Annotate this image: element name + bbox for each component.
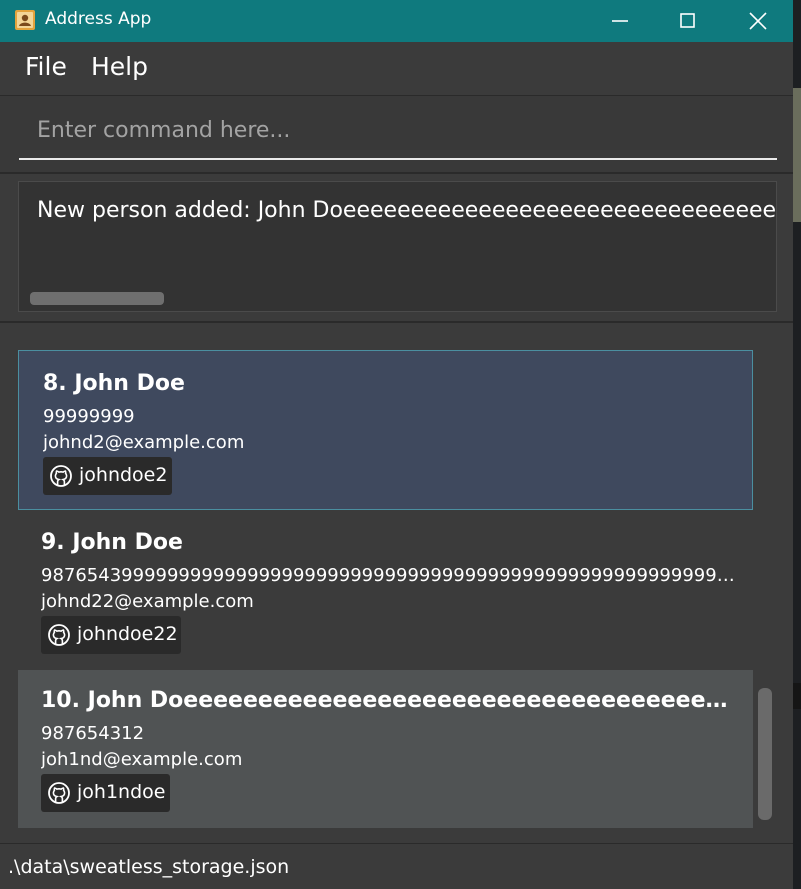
github-icon [50,465,72,487]
github-icon [48,782,70,804]
title-bar[interactable]: Address App [0,0,793,42]
result-message: New person added: John Doeeeeeeeeeeeeeee… [37,198,777,223]
vertical-scrollbar-thumb[interactable] [758,688,772,820]
person-card[interactable]: 10. John Doeeeeeeeeeeeeeeeeeeeeeeeeeeeee… [18,670,753,828]
person-card[interactable]: 9. John Doe 9876543999999999999999999999… [18,510,753,670]
person-name: 8. John Doe [43,371,185,396]
menu-help[interactable]: Help [91,52,148,81]
storage-file-path: .\data\sweatless_storage.json [8,856,290,878]
background-edge [793,0,801,889]
divider [0,172,793,174]
person-email: johnd22@example.com [41,591,254,612]
status-bar: .\data\sweatless_storage.json [0,843,793,889]
maximize-button[interactable] [658,0,718,42]
background-image-fragment [793,88,801,222]
person-phone: 9876543999999999999999999999999999999999… [41,565,741,586]
address-app-window: Address App File Help Enter command here… [0,0,793,889]
close-button[interactable] [728,0,788,42]
github-tag: johndoe22 [41,616,181,654]
address-book-icon [15,10,35,30]
command-input[interactable]: Enter command here... [19,104,777,160]
github-icon [48,624,70,646]
github-handle: johndoe2 [79,464,168,486]
github-tag: johndoe2 [43,457,172,495]
maximize-icon [680,13,695,28]
person-phone: 99999999 [43,406,135,427]
result-display[interactable]: New person added: John Doeeeeeeeeeeeeeee… [18,181,777,312]
minimize-icon [612,20,628,22]
github-handle: johndoe22 [77,623,178,645]
person-list[interactable]: 8. John Doe 99999999 johnd2@example.com … [18,340,753,828]
window-title: Address App [45,9,152,29]
github-tag: joh1ndoe [41,774,170,812]
person-card[interactable]: 8. John Doe 99999999 johnd2@example.com … [18,350,753,510]
horizontal-scrollbar-thumb[interactable] [30,292,164,305]
minimize-button[interactable] [590,0,650,42]
divider [0,321,793,323]
person-email: joh1nd@example.com [41,749,243,770]
person-email: johnd2@example.com [43,432,245,453]
close-icon [749,12,767,30]
background-image-fragment [793,683,801,709]
menu-file[interactable]: File [25,52,67,81]
github-handle: joh1ndoe [77,781,166,803]
person-name: 9. John Doe [41,530,183,555]
person-phone: 987654312 [41,723,145,744]
command-placeholder: Enter command here... [37,118,291,143]
person-name: 10. John Doeeeeeeeeeeeeeeeeeeeeeeeeeeeee… [41,688,741,713]
menu-bar: File Help [0,42,793,96]
